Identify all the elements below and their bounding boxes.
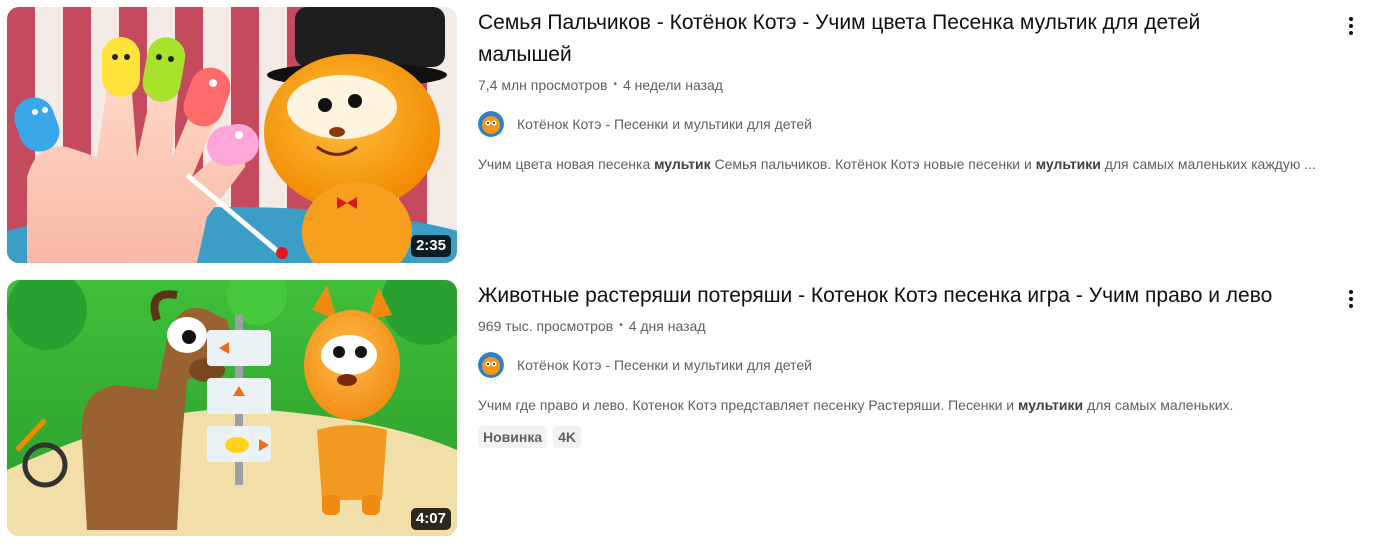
- channel-avatar[interactable]: [478, 352, 504, 378]
- video-meta: Животные растеряши потеряши - Котенок Ко…: [478, 280, 1328, 448]
- finger-family-cat-thumbnail: [7, 7, 457, 263]
- video-description: Учим где право и лево. Котенок Котэ пред…: [478, 397, 1234, 413]
- more-vert-icon: [1349, 290, 1353, 308]
- more-vert-icon: [1349, 17, 1353, 35]
- video-thumbnail[interactable]: 2:35: [7, 7, 457, 263]
- video-duration: 2:35: [410, 235, 451, 257]
- channel-name[interactable]: Котёнок Котэ - Песенки и мультики для де…: [517, 114, 812, 134]
- horse-cat-signpost-thumbnail: [7, 280, 457, 536]
- channel-link[interactable]: Котёнок Котэ - Песенки и мультики для де…: [478, 111, 812, 137]
- separator-dot: •: [613, 79, 617, 90]
- upload-age: 4 недели назад: [622, 77, 723, 93]
- video-title[interactable]: Животные растеряши потеряши - Котенок Ко…: [478, 280, 1278, 312]
- cat-avatar-icon: [478, 111, 504, 137]
- new-badge: Новинка: [478, 426, 548, 448]
- badge-row: Новинка 4K: [478, 426, 1328, 448]
- video-stats: 7,4 млн просмотров • 4 недели назад: [478, 75, 1328, 95]
- cat-avatar-icon: [478, 352, 504, 378]
- upload-age: 4 дня назад: [628, 318, 706, 334]
- channel-link[interactable]: Котёнок Котэ - Песенки и мультики для де…: [478, 352, 812, 378]
- action-menu-button[interactable]: [1336, 284, 1366, 314]
- channel-avatar[interactable]: [478, 111, 504, 137]
- view-count: 7,4 млн просмотров: [478, 77, 608, 93]
- video-result: 2:35 Семья Пальчиков - Котёнок Котэ - Уч…: [0, 7, 1390, 263]
- video-duration: 4:07: [410, 508, 451, 530]
- search-results: 2:35 Семья Пальчиков - Котёнок Котэ - Уч…: [0, 0, 1390, 548]
- video-description: Учим цвета новая песенка мультик Семья п…: [478, 156, 1316, 172]
- action-menu-button[interactable]: [1336, 11, 1366, 41]
- video-result: 4:07 Животные растеряши потеряши - Котен…: [0, 280, 1390, 536]
- video-thumbnail[interactable]: 4:07: [7, 280, 457, 536]
- video-stats: 969 тыс. просмотров • 4 дня назад: [478, 316, 1328, 336]
- video-title[interactable]: Семья Пальчиков - Котёнок Котэ - Учим цв…: [478, 7, 1278, 71]
- view-count: 969 тыс. просмотров: [478, 318, 614, 334]
- channel-name[interactable]: Котёнок Котэ - Песенки и мультики для де…: [517, 355, 812, 375]
- separator-dot: •: [619, 320, 623, 331]
- video-meta: Семья Пальчиков - Котёнок Котэ - Учим цв…: [478, 7, 1328, 175]
- 4k-badge: 4K: [553, 426, 582, 448]
